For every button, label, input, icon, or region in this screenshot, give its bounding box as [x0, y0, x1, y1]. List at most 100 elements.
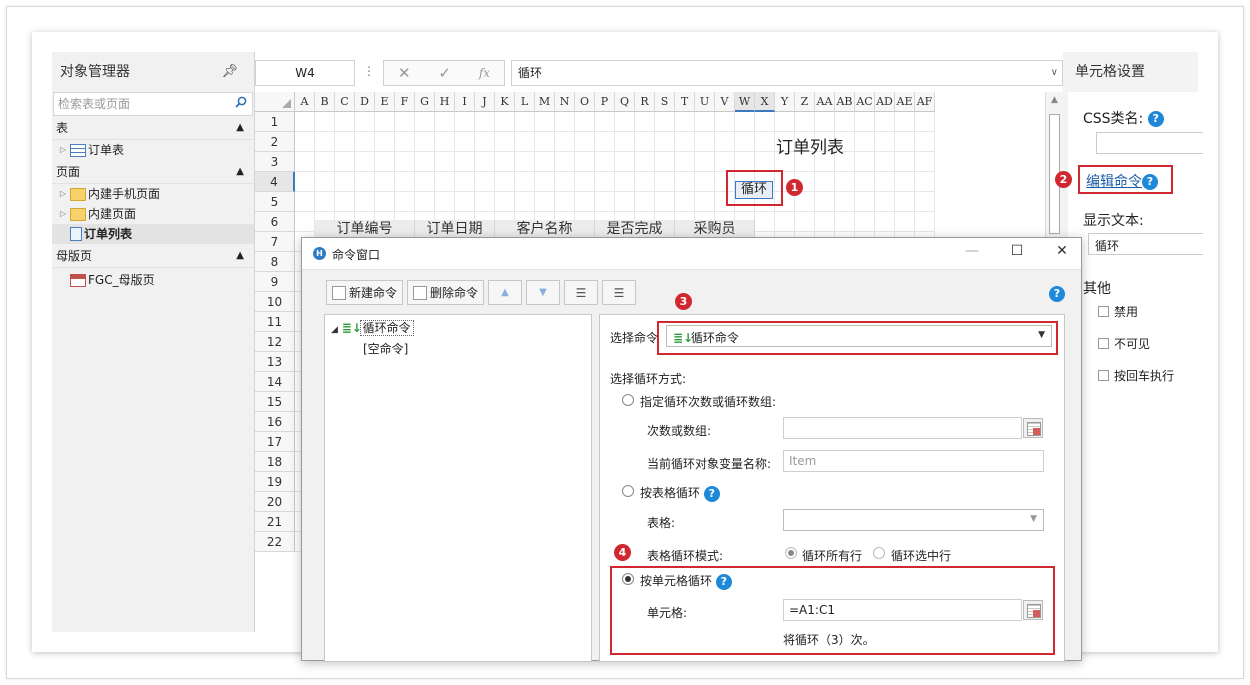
column-header[interactable]: E: [375, 92, 395, 112]
column-header[interactable]: I: [455, 92, 475, 112]
column-header[interactable]: AF: [915, 92, 935, 112]
search-icon[interactable]: [235, 96, 247, 108]
column-header[interactable]: AD: [875, 92, 895, 112]
tree-item-builtin-pages[interactable]: ▷ 内建页面: [52, 204, 254, 224]
display-text-input[interactable]: 循环: [1088, 233, 1203, 255]
checkbox-box[interactable]: [1098, 338, 1109, 349]
radio-table[interactable]: [622, 485, 634, 497]
checkbox-disabled[interactable]: 禁用: [1098, 303, 1138, 320]
table-dropdown[interactable]: ▼: [783, 509, 1044, 531]
radio-count[interactable]: [622, 394, 634, 406]
column-header[interactable]: Y: [775, 92, 795, 112]
move-up-button[interactable]: ▲: [488, 280, 523, 305]
column-header[interactable]: B: [315, 92, 335, 112]
help-icon[interactable]: ?: [1049, 286, 1065, 302]
cancel-icon[interactable]: ✕: [398, 64, 411, 82]
checkbox-box[interactable]: [1098, 370, 1109, 381]
column-header[interactable]: H: [435, 92, 455, 112]
row-header[interactable]: 5: [255, 192, 295, 212]
column-header[interactable]: G: [415, 92, 435, 112]
column-header[interactable]: Z: [795, 92, 815, 112]
row-header[interactable]: 17: [255, 432, 295, 452]
tree-item-mobile-pages[interactable]: ▷ 内建手机页面: [52, 184, 254, 204]
vertical-scrollbar[interactable]: ▲: [1045, 92, 1063, 242]
pin-icon[interactable]: 📌︎: [221, 52, 238, 92]
row-header[interactable]: 3: [255, 152, 295, 172]
expand-icon[interactable]: ▷: [58, 140, 68, 160]
tree-item-order-table[interactable]: ▷ 订单表: [52, 140, 254, 160]
new-command-button[interactable]: 新建命令: [326, 280, 404, 305]
name-box[interactable]: W4: [255, 60, 355, 86]
radio-mode-selected[interactable]: [873, 547, 885, 559]
column-header[interactable]: D: [355, 92, 375, 112]
delete-command-button[interactable]: 删除命令: [407, 280, 485, 305]
column-header[interactable]: AA: [815, 92, 835, 112]
row-header[interactable]: 2: [255, 132, 295, 152]
tree-item-order-list[interactable]: 订单列表: [52, 224, 254, 244]
maximize-icon[interactable]: ☐: [1002, 243, 1032, 259]
object-search-input[interactable]: 检索表或页面: [53, 92, 253, 116]
row-header[interactable]: 21: [255, 512, 295, 532]
checkbox-enter-execute[interactable]: 按回车执行: [1098, 367, 1174, 384]
tree-item-master-page[interactable]: FGC_母版页: [52, 270, 254, 290]
row-header[interactable]: 13: [255, 352, 295, 372]
row-header[interactable]: 6: [255, 212, 295, 232]
var-name-input[interactable]: Item: [783, 450, 1044, 472]
row-header[interactable]: 16: [255, 412, 295, 432]
section-master-header[interactable]: 母版页 ▲: [52, 244, 254, 268]
help-icon[interactable]: ?: [1147, 111, 1164, 127]
column-header[interactable]: AC: [855, 92, 875, 112]
more-icon[interactable]: ⋮: [363, 64, 375, 78]
section-page-header[interactable]: 页面 ▲: [52, 160, 254, 184]
column-header[interactable]: W: [735, 92, 755, 112]
column-header[interactable]: O: [575, 92, 595, 112]
column-header[interactable]: K: [495, 92, 515, 112]
move-down-button[interactable]: ▼: [526, 280, 561, 305]
column-header[interactable]: T: [675, 92, 695, 112]
row-header[interactable]: 20: [255, 492, 295, 512]
column-header[interactable]: Q: [615, 92, 635, 112]
row-header[interactable]: 7: [255, 232, 295, 252]
column-header[interactable]: A: [295, 92, 315, 112]
column-header[interactable]: J: [475, 92, 495, 112]
row-header[interactable]: 12: [255, 332, 295, 352]
row-header[interactable]: 8: [255, 252, 295, 272]
css-class-input[interactable]: [1096, 132, 1203, 154]
count-input[interactable]: [783, 417, 1022, 439]
row-header[interactable]: 18: [255, 452, 295, 472]
close-icon[interactable]: ✕: [1047, 243, 1077, 259]
column-header[interactable]: P: [595, 92, 615, 112]
collapse-icon[interactable]: ▲: [236, 116, 244, 140]
row-header[interactable]: 15: [255, 392, 295, 412]
checkbox-box[interactable]: [1098, 306, 1109, 317]
indent-button[interactable]: ☰: [564, 280, 599, 305]
cell-picker-icon[interactable]: [1023, 418, 1043, 438]
outdent-button[interactable]: ☰: [602, 280, 637, 305]
chevron-down-icon[interactable]: ∨: [1051, 61, 1058, 85]
row-header[interactable]: 14: [255, 372, 295, 392]
column-header[interactable]: S: [655, 92, 675, 112]
column-header[interactable]: F: [395, 92, 415, 112]
row-header[interactable]: 1: [255, 112, 295, 132]
row-header[interactable]: 4: [255, 172, 295, 192]
column-header[interactable]: L: [515, 92, 535, 112]
column-header[interactable]: AB: [835, 92, 855, 112]
expand-icon[interactable]: ▷: [58, 184, 68, 204]
help-icon[interactable]: ?: [1142, 174, 1158, 190]
select-all-corner[interactable]: [255, 92, 295, 112]
radio-mode-all[interactable]: [785, 547, 797, 559]
tree-node-empty-command[interactable]: [空命令]: [363, 340, 408, 357]
checkbox-invisible[interactable]: 不可见: [1098, 335, 1150, 352]
column-header[interactable]: X: [755, 92, 775, 112]
column-header[interactable]: U: [695, 92, 715, 112]
formula-input[interactable]: 循环 ∨: [511, 60, 1063, 86]
chevron-down-icon[interactable]: ▼: [1030, 514, 1037, 524]
row-header[interactable]: 19: [255, 472, 295, 492]
column-header[interactable]: M: [535, 92, 555, 112]
confirm-icon[interactable]: ✓: [438, 64, 451, 82]
column-header[interactable]: R: [635, 92, 655, 112]
row-header[interactable]: 11: [255, 312, 295, 332]
collapse-icon[interactable]: ▲: [236, 244, 244, 268]
row-header[interactable]: 22: [255, 532, 295, 552]
column-header[interactable]: AE: [895, 92, 915, 112]
